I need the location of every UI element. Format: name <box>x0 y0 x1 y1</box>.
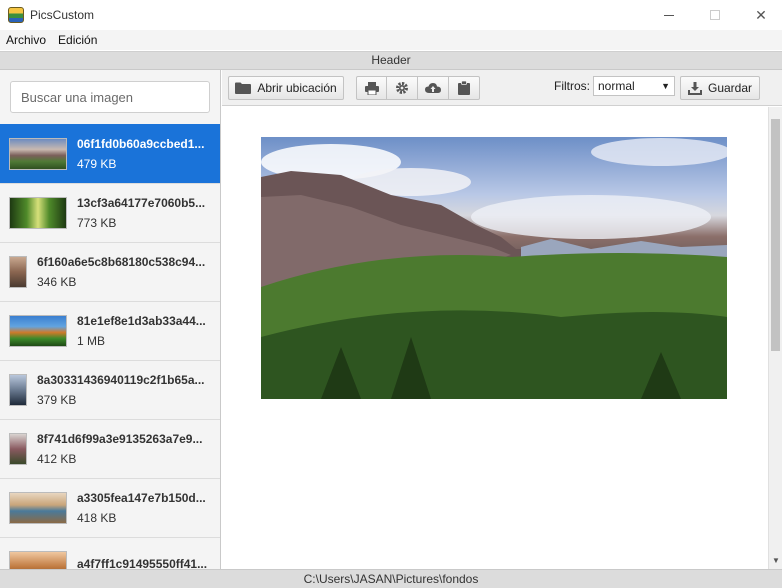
file-info: 8f741d6f99a3e9135263a7e9... 412 KB <box>37 432 211 466</box>
image-preview <box>261 137 727 399</box>
file-name: a3305fea147e7b150d... <box>77 491 206 505</box>
file-thumbnail <box>9 433 27 465</box>
file-size: 1 MB <box>77 334 106 348</box>
download-icon <box>687 81 702 95</box>
file-info: 6f160a6e5c8b68180c538c94... 346 KB <box>37 255 211 289</box>
gear-icon <box>396 82 408 94</box>
file-name: 6f160a6e5c8b68180c538c94... <box>37 255 206 269</box>
file-name: 8a30331436940119c2f1b65a... <box>37 373 205 387</box>
open-location-label: Abrir ubicación <box>257 81 337 95</box>
search-wrapper <box>0 70 220 124</box>
file-name: 13cf3a64177e7060b5... <box>77 196 206 210</box>
menu-archivo[interactable]: Archivo <box>6 33 46 47</box>
vertical-scrollbar[interactable]: ▼ <box>768 107 782 569</box>
open-location-button[interactable]: Abrir ubicación <box>228 76 344 100</box>
file-thumbnail <box>9 197 67 229</box>
file-name: a4f7ff1c91495550ff41... <box>77 557 208 569</box>
save-label: Guardar <box>707 81 753 95</box>
file-name: 06f1fd0b60a9ccbed1... <box>77 137 205 151</box>
close-icon: ✕ <box>755 6 767 23</box>
close-button[interactable]: ✕ <box>738 0 782 30</box>
minimize-button[interactable] <box>646 0 692 30</box>
sidebar: 06f1fd0b60a9ccbed1... 479 KB 13cf3a64177… <box>0 70 221 569</box>
dropdown-arrow-icon: ▼ <box>661 81 670 91</box>
cloud-upload-icon <box>425 83 441 93</box>
file-size: 773 KB <box>77 216 117 230</box>
file-size: 346 KB <box>37 275 77 289</box>
file-thumbnail <box>9 256 27 288</box>
folder-icon <box>235 82 252 94</box>
menu-bar: Archivo Edición <box>0 30 782 50</box>
file-name: 81e1ef8e1d3ab33a44... <box>77 314 206 328</box>
file-info: 81e1ef8e1d3ab33a44... 1 MB <box>77 314 211 348</box>
file-item[interactable]: 13cf3a64177e7060b5... 773 KB <box>0 183 220 242</box>
filters-label: Filtros: <box>554 79 590 93</box>
menu-edicion[interactable]: Edición <box>58 33 97 47</box>
file-info: a4f7ff1c91495550ff41... <box>77 557 211 569</box>
file-name: 8f741d6f99a3e9135263a7e9... <box>37 432 203 446</box>
toolbar: Abrir ubicación Filtros: normal ▼ Guarda… <box>222 70 782 106</box>
save-button[interactable]: Guardar <box>680 76 760 100</box>
print-button[interactable] <box>356 76 387 100</box>
file-thumbnail <box>9 374 27 406</box>
scroll-down-icon[interactable]: ▼ <box>772 556 780 565</box>
scrollbar-thumb[interactable] <box>771 119 780 351</box>
file-info: a3305fea147e7b150d... 418 KB <box>77 491 211 525</box>
file-item[interactable]: 81e1ef8e1d3ab33a44... 1 MB <box>0 301 220 360</box>
mountain-landscape-image <box>261 138 727 399</box>
file-list: 06f1fd0b60a9ccbed1... 479 KB 13cf3a64177… <box>0 124 220 569</box>
title-bar: PicsCustom ✕ <box>0 0 782 30</box>
clipboard-button[interactable] <box>449 76 480 100</box>
file-size: 412 KB <box>37 452 77 466</box>
file-size: 479 KB <box>77 157 117 171</box>
file-item[interactable]: 8f741d6f99a3e9135263a7e9... 412 KB <box>0 419 220 478</box>
file-item[interactable]: a4f7ff1c91495550ff41... <box>0 537 220 569</box>
file-info: 13cf3a64177e7060b5... 773 KB <box>77 196 211 230</box>
preview-area <box>222 107 768 569</box>
file-item[interactable]: 06f1fd0b60a9ccbed1... 479 KB <box>0 124 220 183</box>
window-title: PicsCustom <box>30 8 95 22</box>
file-item[interactable]: 8a30331436940119c2f1b65a... 379 KB <box>0 360 220 419</box>
file-info: 06f1fd0b60a9ccbed1... 479 KB <box>77 137 211 171</box>
action-button-group <box>356 76 480 100</box>
header-bar: Header <box>0 51 782 70</box>
print-icon <box>364 81 379 95</box>
file-item[interactable]: a3305fea147e7b150d... 418 KB <box>0 478 220 537</box>
search-input[interactable] <box>10 81 210 113</box>
app-icon <box>8 7 24 23</box>
upload-button[interactable] <box>418 76 449 100</box>
status-bar: C:\Users\JASAN\Pictures\fondos <box>0 569 782 588</box>
file-info: 8a30331436940119c2f1b65a... 379 KB <box>37 373 211 407</box>
file-size: 418 KB <box>77 511 117 525</box>
file-item[interactable]: 6f160a6e5c8b68180c538c94... 346 KB <box>0 242 220 301</box>
settings-button[interactable] <box>387 76 418 100</box>
file-thumbnail <box>9 551 67 569</box>
maximize-icon <box>710 10 720 20</box>
clipboard-icon <box>458 81 470 95</box>
file-thumbnail <box>9 492 67 524</box>
file-size: 379 KB <box>37 393 77 407</box>
filter-selected-value: normal <box>598 79 635 93</box>
file-thumbnail <box>9 315 67 347</box>
filter-select[interactable]: normal ▼ <box>593 76 675 96</box>
maximize-button[interactable] <box>692 0 738 30</box>
file-thumbnail <box>9 138 67 170</box>
minimize-icon <box>664 14 674 16</box>
